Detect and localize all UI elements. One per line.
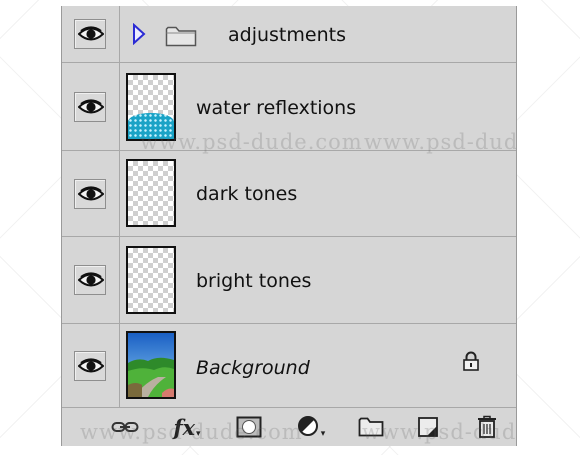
delete-layer-button[interactable]	[472, 414, 502, 440]
visibility-toggle[interactable]	[74, 265, 106, 295]
layer-row-adjustments[interactable]: adjustments	[62, 6, 516, 63]
layer-style-button[interactable]: fx ▾	[172, 414, 202, 440]
visibility-cell	[62, 151, 120, 236]
layers-panel: adjustments water reflextions dark tones…	[61, 6, 517, 446]
layer-thumbnail[interactable]	[126, 331, 176, 399]
layer-row-dark-tones[interactable]: dark tones	[62, 151, 516, 237]
adjustment-layer-icon	[297, 416, 318, 436]
layer-name: water reflextions	[196, 97, 357, 119]
visibility-cell	[62, 63, 120, 150]
layer-name: bright tones	[196, 270, 312, 292]
dropdown-arrow-icon: ▾	[196, 429, 201, 439]
layer-thumbnail[interactable]	[126, 246, 176, 314]
new-layer-button[interactable]	[414, 414, 444, 440]
adjustment-layer-button[interactable]: ▾	[296, 414, 326, 440]
new-group-button[interactable]	[356, 414, 386, 440]
layer-style-icon: fx	[173, 414, 196, 440]
dropdown-arrow-icon: ▾	[320, 429, 326, 439]
layer-row-bright-tones[interactable]: bright tones	[62, 237, 516, 324]
layer-row-background[interactable]: Background	[62, 324, 516, 408]
lock-icon	[463, 351, 479, 371]
add-mask-icon	[236, 416, 262, 438]
folder-icon	[165, 26, 197, 47]
new-group-icon	[358, 417, 384, 437]
link-layers-icon	[111, 422, 139, 432]
visibility-toggle[interactable]	[74, 350, 106, 381]
visibility-cell	[62, 6, 120, 62]
link-layers-button[interactable]	[110, 414, 140, 440]
layers-toolbar: fx ▾ ▾	[62, 408, 516, 446]
visibility-cell	[62, 237, 120, 323]
visibility-toggle[interactable]	[74, 19, 106, 49]
layer-row-water-reflextions[interactable]: water reflextions	[62, 63, 516, 151]
add-mask-button[interactable]	[234, 414, 264, 440]
visibility-toggle[interactable]	[74, 178, 106, 209]
visibility-cell	[62, 324, 120, 407]
layer-name: adjustments	[228, 24, 346, 46]
eye-icon	[78, 98, 104, 113]
layer-thumbnail[interactable]	[126, 159, 176, 227]
delete-layer-icon	[478, 415, 496, 438]
eye-icon	[78, 185, 104, 200]
eye-icon	[78, 272, 104, 287]
eye-icon	[78, 357, 104, 372]
layer-thumbnail[interactable]	[126, 73, 176, 141]
layer-name: dark tones	[196, 183, 298, 205]
new-layer-icon	[418, 417, 438, 437]
landscape-thumbnail-image	[128, 333, 174, 397]
layer-name: Background	[196, 357, 310, 379]
expand-triangle-icon[interactable]	[132, 23, 146, 45]
visibility-toggle[interactable]	[74, 91, 106, 122]
eye-icon	[78, 26, 104, 41]
water-thumbnail-content	[128, 113, 174, 139]
